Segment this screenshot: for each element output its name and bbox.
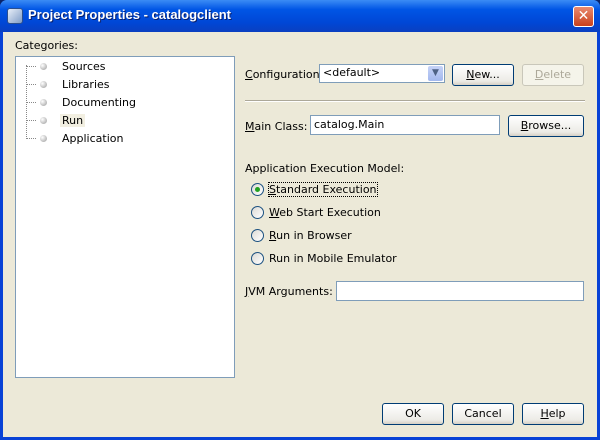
node-icon	[40, 63, 47, 70]
node-icon	[40, 99, 47, 106]
radio-label: Standard Execution	[268, 182, 378, 197]
tree-item-label: Documenting	[62, 96, 136, 109]
node-icon	[40, 135, 47, 142]
node-icon	[40, 117, 47, 124]
execution-model-label: Application Execution Model:	[245, 162, 405, 175]
project-properties-dialog: Project Properties - catalogclient ✕ Cat…	[0, 0, 600, 440]
node-icon	[40, 81, 47, 88]
ok-button[interactable]: OK	[382, 403, 444, 425]
radio-label: Web Start Execution	[269, 206, 381, 219]
new-button[interactable]: New...	[452, 64, 514, 86]
radio-icon	[251, 229, 264, 242]
radio-label: Run in Browser	[269, 229, 352, 242]
help-button[interactable]: Help	[522, 403, 584, 425]
tree-item-label: Libraries	[62, 78, 110, 91]
browse-button[interactable]: Browse...	[508, 115, 584, 137]
delete-button[interactable]: Delete	[522, 64, 584, 86]
main-class-input[interactable]: catalog.Main	[310, 115, 500, 135]
jvm-arguments-label: JVM Arguments:	[245, 285, 333, 298]
radio-icon	[251, 252, 264, 265]
categories-tree[interactable]: Sources Libraries Documenting Run Applic…	[15, 56, 235, 378]
tree-item-label: Run	[60, 114, 86, 127]
radio-icon	[251, 206, 264, 219]
tree-item-label: Application	[62, 132, 124, 145]
dialog-body: Categories: Sources Libraries Documentin…	[3, 32, 597, 437]
configuration-value: <default>	[323, 66, 381, 79]
jvm-arguments-input[interactable]	[336, 281, 584, 301]
chevron-down-icon[interactable]: ▼	[428, 66, 443, 81]
title-bar[interactable]: Project Properties - catalogclient ✕	[0, 0, 600, 32]
tree-item-run[interactable]: Run	[16, 112, 216, 130]
cancel-button[interactable]: Cancel	[452, 403, 514, 425]
tree-item-sources[interactable]: Sources	[16, 58, 216, 76]
close-button[interactable]: ✕	[573, 6, 594, 27]
tree-item-documenting[interactable]: Documenting	[16, 94, 216, 112]
separator	[245, 100, 585, 102]
project-icon	[7, 8, 23, 24]
categories-label: Categories:	[15, 39, 78, 52]
radio-label: Run in Mobile Emulator	[269, 252, 397, 265]
radio-selected-icon	[251, 183, 264, 196]
tree-item-application[interactable]: Application	[16, 130, 216, 148]
window-title: Project Properties - catalogclient	[28, 7, 232, 22]
configuration-select[interactable]: <default> ▼	[319, 64, 445, 83]
configuration-label: Configuration:	[245, 68, 324, 81]
tree-item-label: Sources	[62, 60, 106, 73]
tree-item-libraries[interactable]: Libraries	[16, 76, 216, 94]
main-class-label: Main Class:	[245, 120, 308, 133]
